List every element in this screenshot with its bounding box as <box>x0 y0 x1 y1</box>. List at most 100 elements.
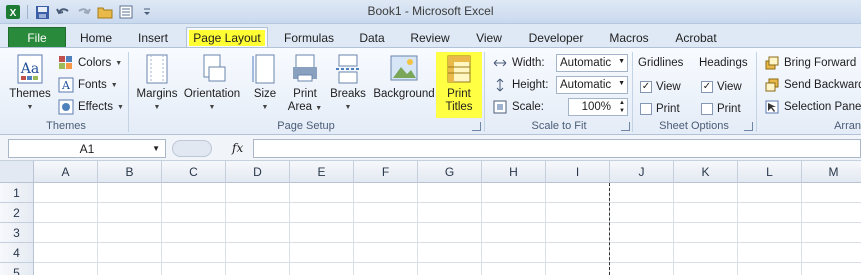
colors-icon <box>59 56 72 69</box>
print-titles-icon <box>447 55 471 83</box>
headings-print-checkbox[interactable]: Print <box>701 100 741 118</box>
themes-button[interactable]: Aa Themes ▼ <box>9 53 51 114</box>
print-titles-button[interactable]: Print Titles <box>440 53 478 114</box>
column-header-a[interactable]: A <box>34 161 98 183</box>
window-title: Book1 - Microsoft Excel <box>367 4 494 18</box>
row-header-1[interactable]: 1 <box>0 183 34 203</box>
tab-home[interactable]: Home <box>70 27 122 48</box>
column-header-c[interactable]: C <box>162 161 226 183</box>
formula-input[interactable] <box>253 139 861 158</box>
height-label: Height: <box>492 76 548 94</box>
sheet-options-group-label: Sheet Options <box>659 120 729 132</box>
row-header-4[interactable]: 4 <box>0 243 34 263</box>
column-header-k[interactable]: K <box>674 161 738 183</box>
column-header-m[interactable]: M <box>802 161 861 183</box>
tab-macros[interactable]: Macros <box>600 27 658 48</box>
tab-file[interactable]: File <box>8 27 66 48</box>
tab-review[interactable]: Review <box>402 27 458 48</box>
tab-formulas[interactable]: Formulas <box>276 27 342 48</box>
title-bar: X Book1 - Microsoft Excel <box>0 0 861 24</box>
insert-function-icon[interactable]: fx <box>232 141 243 155</box>
selection-pane-button[interactable]: Selection Pane <box>764 98 861 116</box>
select-all-corner[interactable] <box>0 161 34 183</box>
fonts-button[interactable]: A Fonts ▼ <box>58 76 118 94</box>
worksheet-grid[interactable]: ABCDEFGHIJKLM 12345 <box>0 161 861 275</box>
page-setup-group: Margins ▼ Orientation ▼ Size ▼ Print Are… <box>129 50 483 134</box>
row-header-5[interactable]: 5 <box>0 263 34 275</box>
scale-to-fit-group: Width: Automatic ▼ Height: Automatic ▼ Sca… <box>486 50 632 134</box>
ribbon-tabs: File Home Insert Page Layout Formulas Da… <box>0 24 861 48</box>
page-size-icon <box>252 54 275 84</box>
scale-label: Scale: <box>492 98 544 116</box>
checkmark-icon: ✓ <box>701 81 713 93</box>
gridlines-view-checkbox[interactable]: ✓ View <box>640 78 681 96</box>
chevron-down-icon: ▼ <box>618 58 625 65</box>
height-select[interactable]: Automatic ▼ <box>556 76 628 94</box>
grid-hline <box>34 262 861 263</box>
background-button[interactable]: Background <box>371 53 437 101</box>
column-header-d[interactable]: D <box>226 161 290 183</box>
orientation-icon <box>203 54 226 82</box>
margins-button[interactable]: Margins ▼ <box>133 53 181 114</box>
height-icon <box>496 78 504 92</box>
spinner-arrows-icon[interactable]: ▲ ▼ <box>619 99 625 115</box>
formula-bar: A1 ▼ fx <box>0 135 861 161</box>
column-header-e[interactable]: E <box>290 161 354 183</box>
formula-buttons[interactable] <box>172 140 212 157</box>
tab-developer[interactable]: Developer <box>520 27 592 48</box>
tab-acrobat[interactable]: Acrobat <box>666 27 726 48</box>
arrange-group-label: Arran <box>834 120 861 132</box>
group-separator <box>484 52 485 132</box>
breaks-icon <box>336 54 360 84</box>
themes-group: Aa Themes ▼ Colors ▼ A Fonts ▼ Effects ▼ Th… <box>4 50 128 134</box>
scale-to-fit-launcher-icon[interactable] <box>621 122 630 131</box>
orientation-button[interactable]: Orientation ▼ <box>181 53 243 114</box>
page-setup-launcher-icon[interactable] <box>472 122 481 131</box>
column-header-f[interactable]: F <box>354 161 418 183</box>
send-backward-button[interactable]: Send Backward <box>764 76 861 94</box>
gridlines-heading: Gridlines <box>638 57 684 69</box>
column-header-l[interactable]: L <box>738 161 802 183</box>
column-header-j[interactable]: J <box>610 161 674 183</box>
tab-page-layout-label: Page Layout <box>189 29 265 46</box>
effects-button[interactable]: Effects ▼ <box>58 98 124 116</box>
headings-view-checkbox[interactable]: ✓ View <box>701 78 742 96</box>
grid-hline <box>34 222 861 223</box>
print-area-icon <box>293 54 317 82</box>
themes-group-label: Themes <box>46 120 86 132</box>
column-header-b[interactable]: B <box>98 161 162 183</box>
column-header-h[interactable]: H <box>482 161 546 183</box>
column-header-g[interactable]: G <box>418 161 482 183</box>
tab-data[interactable]: Data <box>350 27 394 48</box>
fonts-icon: A <box>58 77 74 93</box>
gridlines-print-checkbox[interactable]: Print <box>640 100 680 118</box>
width-icon <box>493 59 507 67</box>
svg-text:Aa: Aa <box>20 61 39 77</box>
page-setup-group-label: Page Setup <box>277 120 335 132</box>
chevron-down-icon[interactable]: ▼ <box>152 144 160 153</box>
row-header-3[interactable]: 3 <box>0 223 34 243</box>
chevron-down-icon: ▼ <box>618 80 625 87</box>
row-header-2[interactable]: 2 <box>0 203 34 223</box>
tab-insert[interactable]: Insert <box>128 27 178 48</box>
grid-hline <box>34 242 861 243</box>
print-area-button[interactable]: Print Area ▼ <box>287 53 323 115</box>
bring-forward-button[interactable]: Bring Forward <box>764 54 856 72</box>
sheet-options-launcher-icon[interactable] <box>744 122 753 131</box>
selection-pane-icon <box>765 100 779 114</box>
scale-to-fit-group-label: Scale to Fit <box>531 120 587 132</box>
width-select[interactable]: Automatic ▼ <box>556 54 628 72</box>
scale-spinner[interactable]: 100% ▲ ▼ <box>568 98 628 116</box>
svg-text:A: A <box>61 79 71 92</box>
background-image-icon <box>390 55 418 81</box>
themes-icon: Aa <box>17 54 43 84</box>
sheet-options-group: Gridlines Headings ✓ View ✓ View Print Pri… <box>633 50 755 134</box>
name-box[interactable]: A1 ▼ <box>8 139 166 158</box>
column-header-i[interactable]: I <box>546 161 610 183</box>
size-button[interactable]: Size ▼ <box>247 53 283 114</box>
breaks-button[interactable]: Breaks ▼ <box>329 53 367 114</box>
tab-page-layout[interactable]: Page Layout <box>186 27 268 48</box>
grid-hline <box>34 202 861 203</box>
tab-view[interactable]: View <box>466 27 512 48</box>
colors-button[interactable]: Colors ▼ <box>58 54 122 72</box>
